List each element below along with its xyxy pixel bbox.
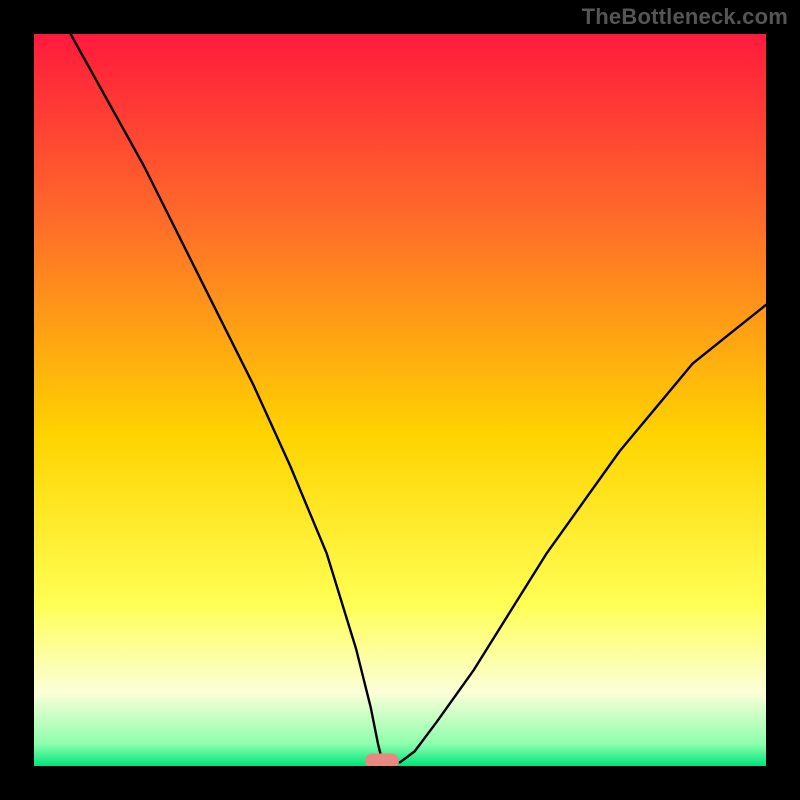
heat-gradient-bg [34, 34, 766, 766]
chart-frame: TheBottleneck.com [0, 0, 800, 800]
chart-svg [34, 34, 766, 766]
plot-area [34, 34, 766, 766]
watermark-text: TheBottleneck.com [582, 4, 788, 30]
